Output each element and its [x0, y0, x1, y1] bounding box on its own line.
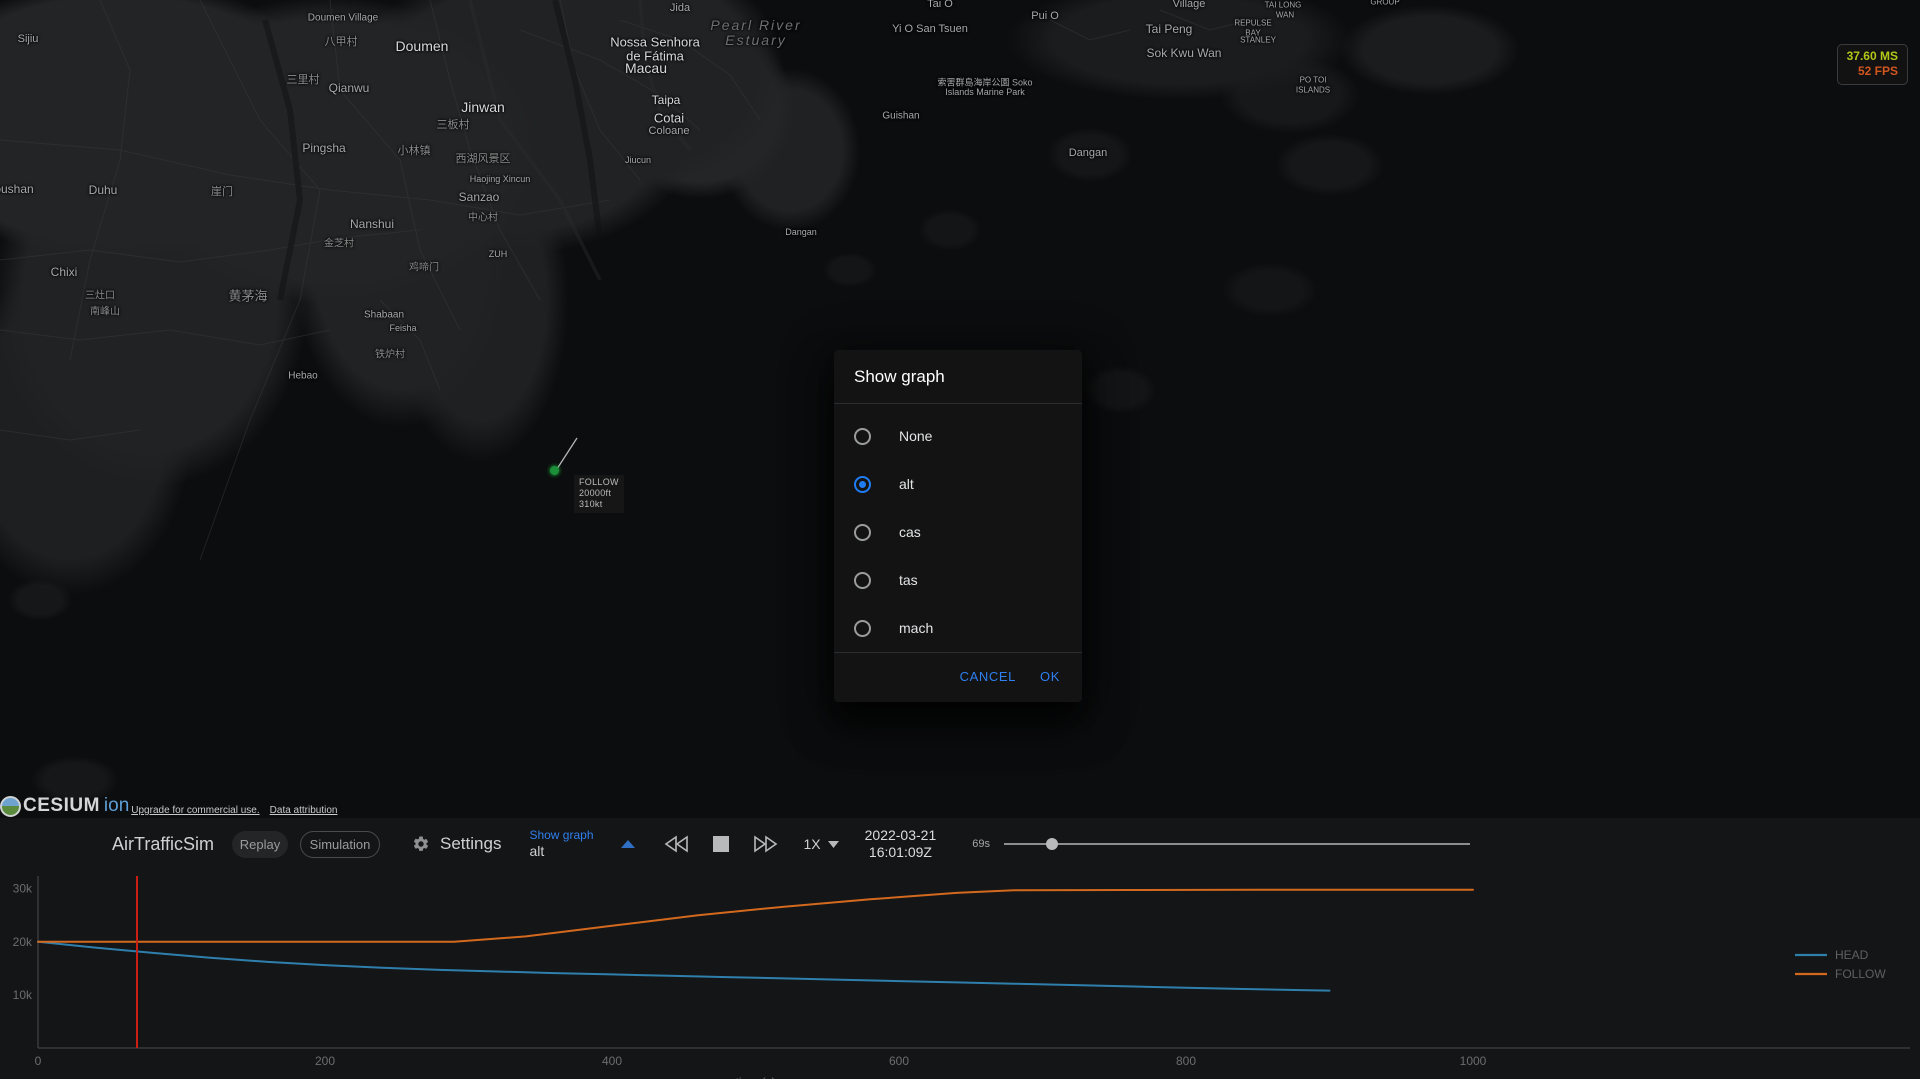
radio-option-label: mach [899, 620, 934, 636]
legend-label-head: HEAD [1835, 948, 1869, 962]
show-graph-dialog: Show graph Nonealtcastasmachvs CANCEL OK [834, 350, 1082, 702]
dialog-actions: CANCEL OK [834, 652, 1082, 702]
radio-option-label: tas [899, 572, 918, 588]
clock-date: 2022-03-21 [864, 827, 937, 843]
fast-forward-button[interactable] [752, 835, 778, 853]
y-axis-tick-label: 30k [13, 882, 33, 896]
graph-option-radio-group[interactable]: Nonealtcastasmachvs [834, 404, 1082, 652]
radio-button-icon[interactable] [854, 571, 871, 589]
stop-icon [712, 836, 729, 852]
slider-track[interactable] [1004, 838, 1470, 850]
air-traffic-sim-app: Sijiu Doumen Village 八甲村 Doumen 三里村 Qianwu Jin… [0, 0, 1920, 1079]
radio-button-icon[interactable] [854, 427, 871, 445]
ok-button[interactable]: OK [1032, 663, 1068, 690]
timeline-slider[interactable]: 69s [972, 838, 1920, 850]
caret-up-icon [620, 840, 635, 848]
speed-label: 1X [803, 836, 821, 852]
radio-option-cas[interactable]: cas [834, 508, 1082, 556]
legend-label-follow: FOLLOW [1835, 967, 1886, 981]
settings-label: Settings [440, 834, 502, 853]
replay-button[interactable]: Replay [232, 830, 289, 858]
slider-thumb[interactable] [1045, 838, 1058, 850]
x-axis-tick-label: 600 [889, 1054, 909, 1068]
cancel-button[interactable]: CANCEL [952, 663, 1024, 690]
speed-selector[interactable]: 1X [804, 836, 839, 852]
x-axis-tick-label: 1000 [1460, 1054, 1487, 1068]
series-line-follow [37, 888, 1474, 943]
radio-option-label: None [899, 428, 933, 444]
radio-option-label: cas [899, 524, 921, 540]
y-axis-tick-label: 10k [13, 988, 33, 1002]
rewind-icon [664, 835, 688, 853]
radio-option-alt[interactable]: alt [834, 460, 1082, 508]
app-title: AirTrafficSim [112, 833, 215, 854]
x-axis-tick-label: 800 [1176, 1054, 1196, 1068]
radio-option-tas[interactable]: tas [834, 556, 1082, 604]
radio-button-icon[interactable] [854, 475, 871, 493]
show-graph-selector[interactable]: Show graph alt [529, 828, 593, 861]
series-line-head [37, 940, 1331, 992]
bottom-toolbar: AirTrafficSim Replay Simulation Settings… [0, 818, 1920, 870]
show-graph-label: Show graph [529, 827, 594, 842]
altitude-graph-svg: 10k 20k 30k 0 200 400 600 800 1000 time (s) HEAD FO… [13, 876, 1910, 1079]
x-axis-title: time (s) [736, 1075, 776, 1079]
radio-option-label: alt [899, 476, 914, 492]
radio-option-mach[interactable]: mach [834, 604, 1082, 652]
dialog-title: Show graph [834, 350, 1082, 404]
simulation-button[interactable]: Simulation [300, 830, 381, 858]
gear-icon [413, 836, 429, 851]
y-axis-tick-label: 20k [13, 935, 33, 949]
radio-option-none[interactable]: None [834, 412, 1082, 460]
settings-button[interactable]: Settings [412, 834, 501, 854]
show-graph-value: alt [529, 842, 545, 859]
x-axis-tick-label: 0 [35, 1054, 42, 1068]
collapse-panel-button[interactable] [620, 838, 636, 850]
fast-forward-icon [753, 835, 777, 853]
x-axis-tick-label: 200 [315, 1054, 335, 1068]
x-axis-tick-label: 400 [602, 1054, 622, 1068]
radio-button-icon[interactable] [854, 523, 871, 541]
simulation-clock: 2022-03-21 16:01:09Z [865, 827, 937, 861]
slider-value-label: 69s [972, 838, 990, 850]
rewind-button[interactable] [664, 835, 690, 853]
chevron-down-icon [827, 840, 839, 848]
stop-button[interactable] [712, 835, 730, 853]
clock-time: 16:01:09Z [868, 844, 932, 860]
radio-button-icon[interactable] [854, 619, 871, 637]
altitude-graph[interactable]: 10k 20k 30k 0 200 400 600 800 1000 time (s) HEAD FO… [0, 870, 1920, 1079]
